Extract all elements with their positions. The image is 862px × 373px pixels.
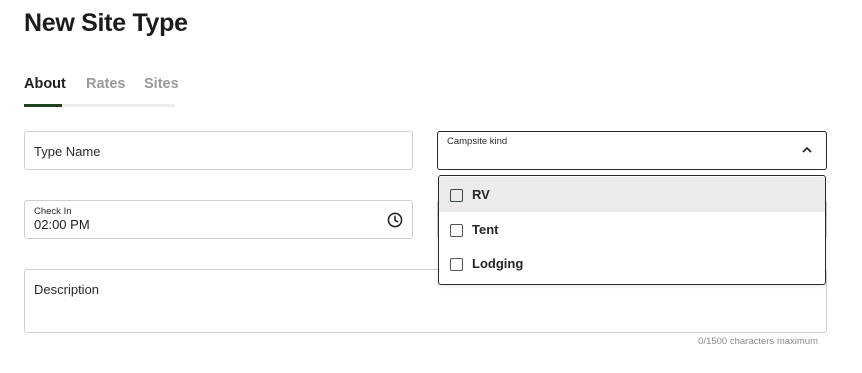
rv-checkbox[interactable] bbox=[450, 189, 463, 202]
type-name-field[interactable]: Type Name bbox=[24, 131, 413, 170]
lodging-checkbox[interactable] bbox=[450, 258, 463, 271]
type-name-placeholder: Type Name bbox=[34, 144, 101, 159]
option-lodging-label: Lodging bbox=[472, 256, 524, 271]
tab-sites[interactable]: Sites bbox=[144, 76, 179, 92]
campsite-kind-select[interactable]: Campsite kind bbox=[437, 131, 827, 170]
option-tent-label: Tent bbox=[472, 222, 499, 237]
tab-bar: About Rates Sites bbox=[24, 76, 179, 107]
check-in-field[interactable]: Check In 02:00 PM bbox=[24, 200, 413, 239]
campsite-kind-dropdown: RV Tent Lodging bbox=[438, 175, 826, 285]
description-character-count: 0/1500 characters maximum bbox=[698, 336, 818, 347]
tent-checkbox[interactable] bbox=[450, 224, 463, 237]
campsite-kind-label: Campsite kind bbox=[447, 136, 508, 147]
check-in-value: 02:00 PM bbox=[34, 217, 90, 232]
description-placeholder: Description bbox=[34, 282, 100, 297]
chevron-up-icon bbox=[802, 146, 812, 153]
active-tab-indicator bbox=[24, 104, 62, 107]
option-rv[interactable]: RV bbox=[439, 177, 825, 212]
option-tent[interactable]: Tent bbox=[439, 212, 825, 247]
tab-about[interactable]: About bbox=[24, 76, 66, 92]
tab-rates[interactable]: Rates bbox=[86, 76, 126, 92]
check-in-label: Check In bbox=[34, 206, 72, 217]
clock-icon[interactable] bbox=[387, 212, 403, 228]
option-rv-label: RV bbox=[472, 187, 490, 202]
page-title: New Site Type bbox=[24, 9, 188, 37]
option-lodging[interactable]: Lodging bbox=[439, 246, 825, 281]
